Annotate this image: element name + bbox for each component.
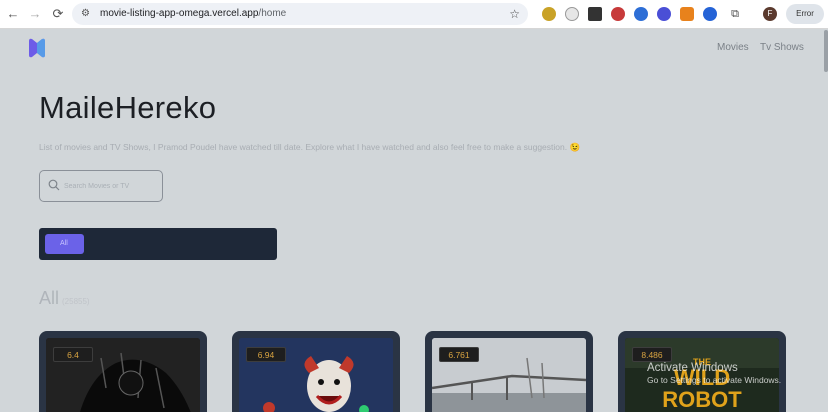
reload-icon[interactable]: ⟳	[49, 5, 67, 23]
url-text[interactable]: movie-listing-app-omega.vercel.app/home	[100, 7, 286, 21]
forward-icon[interactable]: →	[26, 5, 44, 23]
movie-poster[interactable]: 6.94	[239, 338, 393, 412]
page-subtitle: List of movies and TV Shows, I Pramod Po…	[39, 142, 581, 152]
movie-poster[interactable]: 6.761	[432, 338, 586, 412]
movie-poster[interactable]: 6.4	[46, 338, 200, 412]
windows-activation-watermark: Activate Windows Go to Settings to activ…	[647, 362, 781, 385]
movie-card[interactable]: 6.4	[39, 331, 207, 412]
browser-toolbar: ← → ⟳ ⚙ movie-listing-app-omega.vercel.a…	[0, 0, 828, 29]
rating-badge: 6.94	[246, 347, 286, 362]
watermark-line-2: Go to Settings to activate Windows.	[647, 375, 782, 385]
extension-circle-icon[interactable]	[703, 7, 717, 21]
extension-gear-icon[interactable]	[657, 7, 671, 21]
search-input[interactable]	[64, 177, 160, 195]
section-title: All (25855)	[39, 288, 90, 309]
watermark-line-1: Activate Windows	[647, 362, 738, 374]
page-title: MaileHereko	[39, 90, 217, 125]
movie-card[interactable]: 6.94	[232, 331, 400, 412]
profile-avatar[interactable]: F	[763, 7, 777, 21]
filter-tab-all[interactable]: All	[45, 234, 84, 254]
rating-badge: 6.761	[439, 347, 479, 362]
metamask-fox-icon[interactable]	[680, 7, 694, 21]
url-host: movie-listing-app-omega.vercel.app	[100, 8, 259, 19]
site-settings-icon[interactable]: ⚙	[81, 7, 90, 21]
search-icon	[48, 179, 60, 191]
url-path: /home	[258, 8, 287, 19]
rating-badge: 8.486	[632, 347, 672, 362]
extension-globe-icon[interactable]	[634, 7, 648, 21]
logo-icon[interactable]	[28, 38, 46, 58]
search-box[interactable]	[39, 170, 163, 202]
nav-tv-shows-link[interactable]: Tv Shows	[760, 42, 804, 53]
extension-qr-icon[interactable]	[588, 7, 602, 21]
scrollbar-thumb[interactable]	[824, 30, 828, 72]
extension-shield-icon[interactable]	[565, 7, 579, 21]
back-icon[interactable]: ←	[4, 5, 22, 23]
address-bar[interactable]: ⚙ movie-listing-app-omega.vercel.app/hom…	[72, 3, 528, 25]
rating-badge: 6.4	[53, 347, 93, 362]
filter-tabs: All	[39, 228, 277, 260]
error-button[interactable]: Error	[786, 4, 824, 24]
nav-movies-link[interactable]: Movies	[717, 42, 749, 53]
movie-card[interactable]: 6.761	[425, 331, 593, 412]
section-title-text: All	[39, 288, 60, 308]
extensions-puzzle-icon[interactable]: ⧉	[728, 7, 742, 21]
extension-record-icon[interactable]	[611, 7, 625, 21]
bookmark-star-icon[interactable]: ☆	[509, 6, 520, 22]
section-count: (25855)	[62, 297, 90, 306]
extension-bird-icon[interactable]	[542, 7, 556, 21]
